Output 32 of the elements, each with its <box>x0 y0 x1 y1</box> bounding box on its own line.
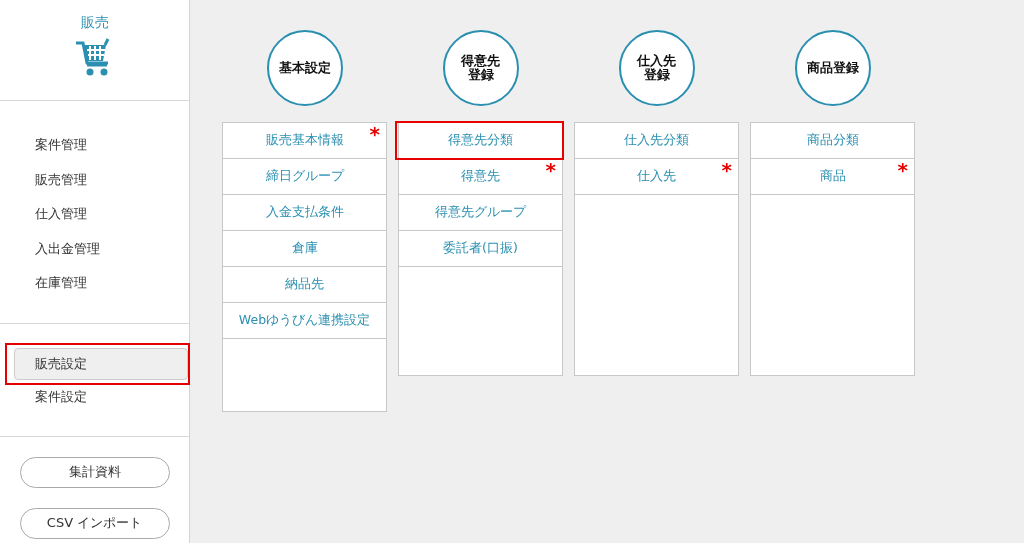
menu-item[interactable]: 在庫管理 <box>0 266 189 301</box>
category-title: 商品登録 <box>806 61 859 75</box>
menu-item[interactable]: 販売管理 <box>0 162 189 197</box>
menu-item[interactable]: 入出金管理 <box>0 231 189 266</box>
settings-link[interactable]: 委託者(口振) <box>443 240 518 257</box>
settings-link[interactable]: 仕入先分類 <box>624 132 689 149</box>
settings-link[interactable]: 仕入先 <box>637 168 676 185</box>
settings-link[interactable]: 商品分類 <box>806 132 859 149</box>
settings-link[interactable]: 得意先分類 <box>448 132 513 149</box>
settings-link[interactable]: 締日グループ <box>265 168 344 185</box>
settings-link[interactable]: 得意先 <box>461 168 500 185</box>
menu-item[interactable]: 案件設定 <box>14 381 188 414</box>
category-title: 基本設定 <box>278 61 331 75</box>
required-mark: * <box>897 159 908 181</box>
settings-link[interactable]: 得意先グループ <box>435 204 526 221</box>
section-title: 販売 <box>80 14 109 32</box>
settings-link[interactable]: 納品先 <box>285 276 324 293</box>
category-title: 得意先 登録 <box>461 54 500 82</box>
sidebar-button[interactable]: 集計資料 <box>19 456 170 488</box>
settings-link[interactable]: 販売基本情報 <box>265 132 344 149</box>
required-mark: * <box>369 123 380 145</box>
sidebar-button[interactable]: CSV インポート <box>19 507 170 539</box>
settings-link[interactable]: Webゆうびん連携設定 <box>238 312 371 329</box>
menu-item[interactable]: 販売設定 <box>14 347 188 380</box>
menu-item[interactable]: 仕入管理 <box>0 197 189 232</box>
required-mark: * <box>721 159 732 181</box>
menu-item[interactable]: 案件管理 <box>0 128 189 163</box>
required-mark: * <box>545 159 556 181</box>
settings-link[interactable]: 倉庫 <box>291 240 318 257</box>
category-title: 仕入先 登録 <box>637 54 676 82</box>
settings-link[interactable]: 入金支払条件 <box>265 204 344 221</box>
settings-link[interactable]: 商品 <box>819 168 846 185</box>
